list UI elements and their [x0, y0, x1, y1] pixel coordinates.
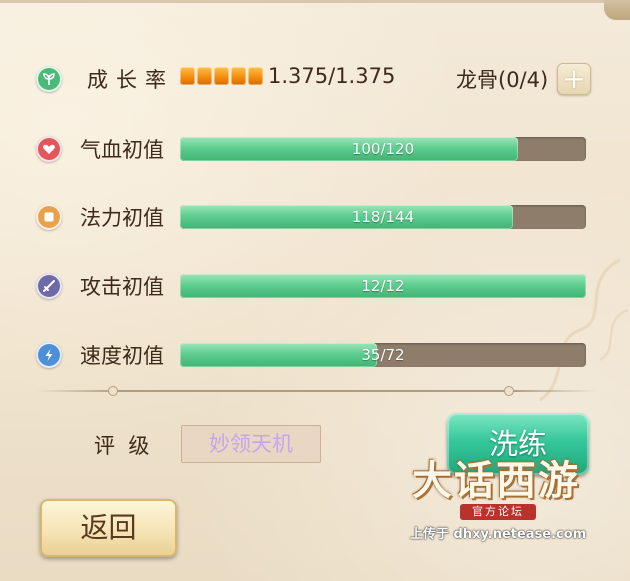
stat-bar-value: 12/12: [361, 277, 405, 295]
growth-pip: [197, 67, 212, 85]
growth-rate-value: 1.375/1.375: [268, 64, 396, 88]
leaf-icon: [36, 66, 62, 92]
stat-bar: 118/144: [180, 205, 586, 229]
rating-label: 评 级: [94, 434, 150, 458]
growth-pip: [248, 67, 263, 85]
add-dragon-bone-button[interactable]: +: [557, 63, 591, 95]
logo-subtitle: 官方论坛: [460, 504, 536, 520]
dragon-bone-label: 龙骨(0/4): [456, 68, 549, 92]
stat-bar: 12/12: [180, 274, 586, 298]
growth-rate-label: 成长率: [87, 68, 174, 92]
stat-label: 攻击初值: [80, 275, 164, 299]
growth-pip: [180, 67, 195, 85]
rating-value: 妙领天机: [181, 425, 321, 463]
stat-bar-value: 100/120: [351, 140, 415, 158]
growth-pip: [214, 67, 229, 85]
growth-pips: [180, 67, 263, 85]
heart-icon: [36, 136, 62, 162]
sword-icon: [36, 273, 62, 299]
divider-knot: [504, 386, 514, 396]
divider-knot: [108, 386, 118, 396]
stat-bar: 100/120: [180, 137, 586, 161]
game-logo-watermark: 大话西游 官方论坛: [398, 448, 594, 520]
lightning-icon: [36, 342, 62, 368]
scroll-icon: [36, 204, 62, 230]
stat-bar-value: 35/72: [361, 346, 405, 364]
back-button[interactable]: 返回: [40, 499, 177, 557]
logo-title: 大话西游: [412, 457, 580, 504]
stat-bar: 35/72: [180, 343, 586, 367]
growth-pip: [231, 67, 246, 85]
stat-label: 法力初值: [80, 206, 164, 230]
stat-label: 气血初值: [80, 138, 164, 162]
panel-corner-ornament: [604, 0, 630, 20]
upload-watermark: 上传于 dhxy.netease.com: [410, 527, 587, 542]
stat-bar-value: 118/144: [351, 208, 415, 226]
stat-label: 速度初值: [80, 344, 164, 368]
plus-icon: +: [562, 62, 586, 95]
